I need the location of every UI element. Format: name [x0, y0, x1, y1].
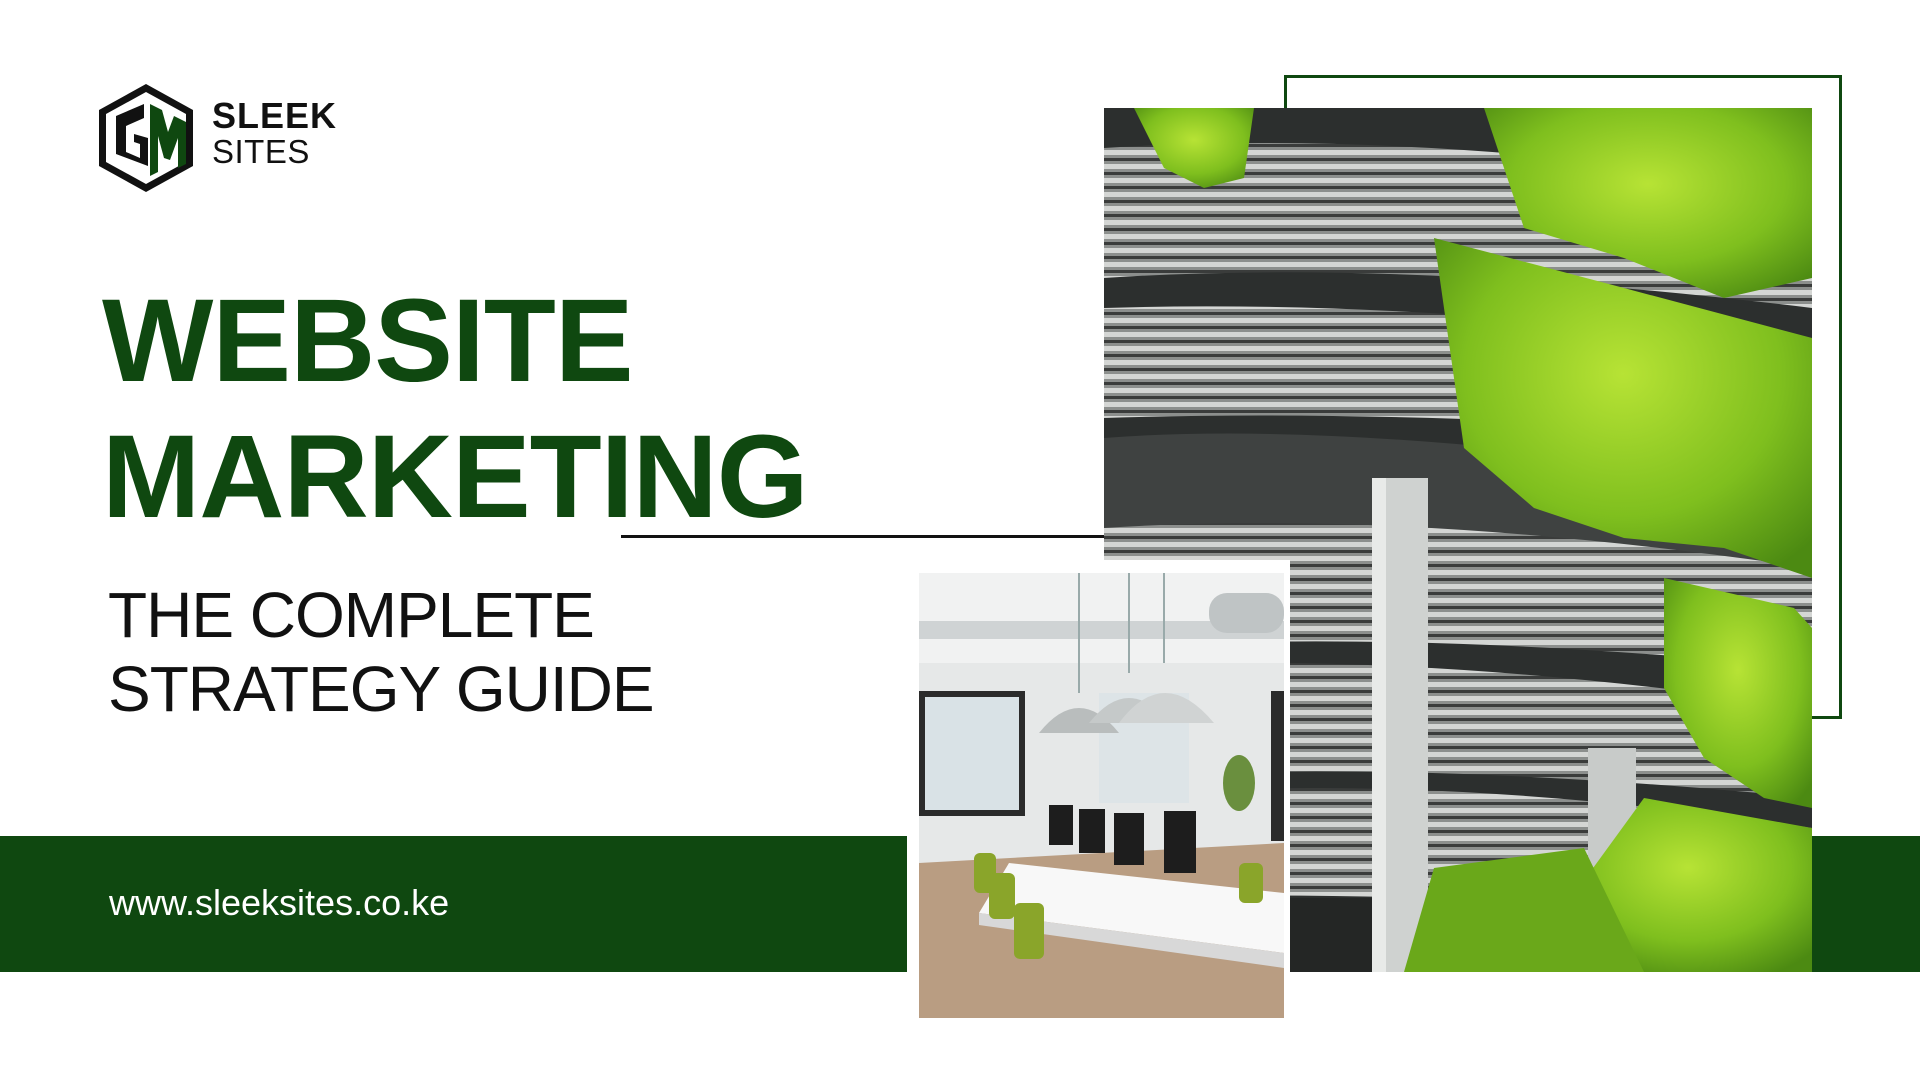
- subheadline-line-1: THE COMPLETE: [108, 579, 595, 651]
- footer-band-right: [1812, 836, 1920, 972]
- brand-name: SLEEK SITES: [212, 95, 338, 170]
- website-url[interactable]: www.sleeksites.co.ke: [109, 882, 449, 924]
- headline-line-1: WEBSITE: [102, 275, 634, 407]
- brand-line-1: SLEEK: [212, 95, 338, 136]
- headline-divider: [621, 535, 1107, 538]
- brand-line-2: SITES: [212, 132, 310, 170]
- headline-line-2: MARKETING: [102, 411, 809, 543]
- logo-icon: [96, 82, 196, 194]
- subheadline-line-2: STRATEGY GUIDE: [108, 653, 654, 725]
- office-interior-photo: [919, 573, 1284, 1018]
